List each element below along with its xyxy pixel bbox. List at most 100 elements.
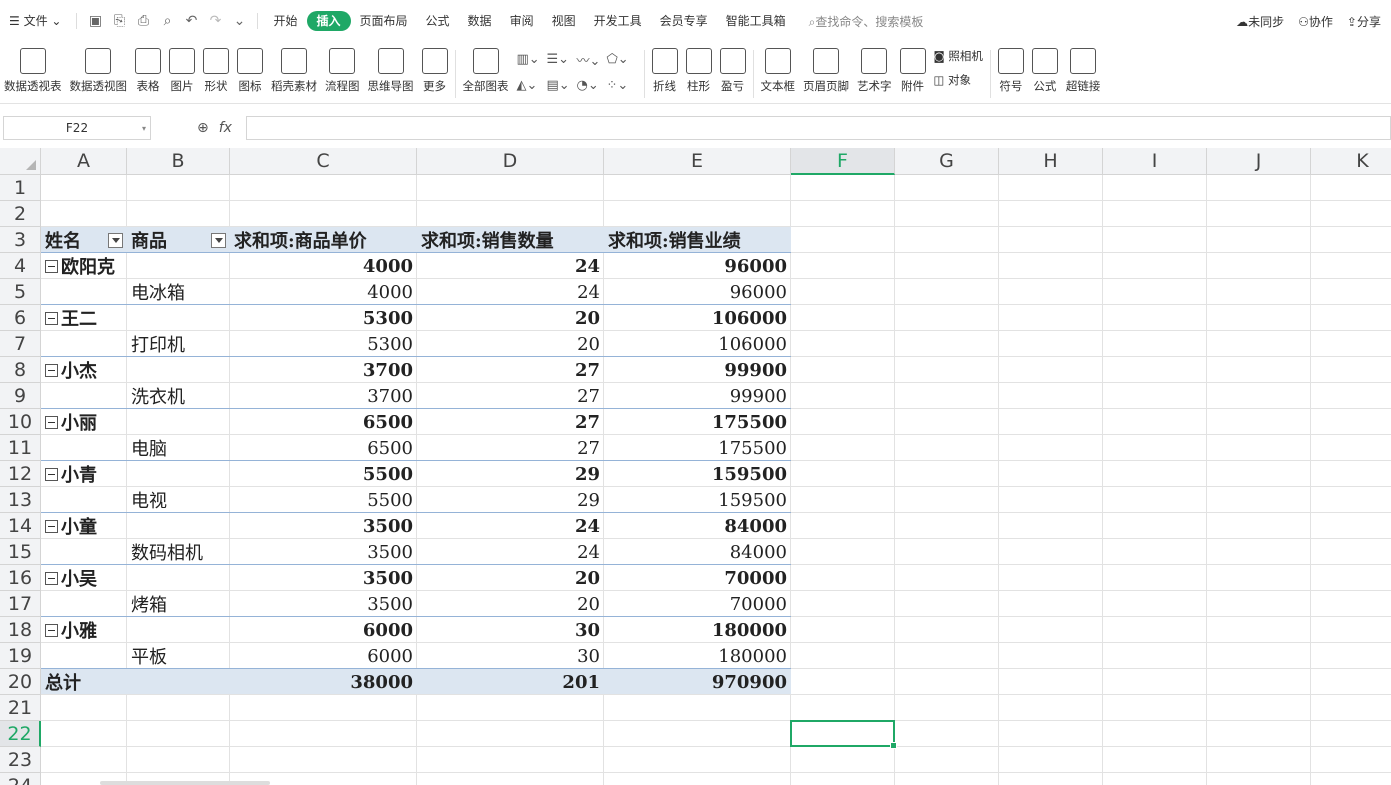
ribbon-button-buttons_far-1[interactable]: 公式	[1028, 44, 1062, 102]
pivot-subtotal-total[interactable]: 84000	[604, 513, 791, 539]
pivot-subtotal-qty[interactable]: 24	[417, 253, 604, 279]
pivot-product[interactable]: 平板	[127, 643, 230, 669]
ribbon-button-buttons_left-6[interactable]: 稻壳素材	[267, 44, 321, 102]
active-cell-selection[interactable]	[790, 720, 897, 749]
pivot-subtotal-total[interactable]: 70000	[604, 565, 791, 591]
pivot-product[interactable]: 电冰箱	[127, 279, 230, 305]
tab-0[interactable]: 开始	[264, 9, 306, 33]
pivot-subtotal-qty[interactable]: 20	[417, 565, 604, 591]
column-header-A[interactable]: A	[41, 148, 127, 175]
pie-chart-icon[interactable]: ◔⌄	[577, 72, 607, 98]
ribbon-button-buttons_left-8[interactable]: 思维导图	[364, 44, 418, 102]
pivot-detail-price[interactable]: 3500	[230, 591, 417, 617]
pivot-header-total[interactable]: 求和项:销售业绩	[604, 227, 791, 253]
pivot-detail-qty[interactable]: 29	[417, 487, 604, 513]
command-search[interactable]: ⌕查找命令、搜索模板	[809, 13, 924, 30]
all-charts-button[interactable]: 全部图表	[459, 44, 513, 102]
pivot-subtotal-price[interactable]: 6000	[230, 617, 417, 643]
column-header-D[interactable]: D	[417, 148, 604, 175]
pivot-grand-total-qty[interactable]: 201	[417, 669, 604, 695]
pivot-group-name[interactable]: 欧阳克	[41, 253, 230, 279]
pivot-subtotal-price[interactable]: 6500	[230, 409, 417, 435]
collapse-icon[interactable]	[45, 571, 58, 585]
pivot-group-name[interactable]: 小雅	[41, 617, 230, 643]
pivot-detail-qty[interactable]: 27	[417, 383, 604, 409]
ribbon-button-buttons_left-9[interactable]: 更多	[418, 44, 452, 102]
tab-1[interactable]: 插入	[306, 11, 351, 31]
line-chart-icon[interactable]: 〰⌄	[577, 46, 607, 72]
fx-icon[interactable]: fx	[219, 120, 232, 136]
column-header-C[interactable]: C	[230, 148, 417, 175]
pivot-detail-price[interactable]: 5300	[230, 331, 417, 357]
row-header-13[interactable]: 13	[0, 487, 41, 513]
pivot-detail-price[interactable]: 6500	[230, 435, 417, 461]
pivot-group-name[interactable]: 小杰	[41, 357, 230, 383]
camera-button[interactable]: ◙ 照相机	[934, 48, 983, 64]
filter-dropdown-icon[interactable]	[108, 233, 123, 248]
pivot-grand-total-total[interactable]: 970900	[604, 669, 791, 695]
pivot-subtotal-qty[interactable]: 29	[417, 461, 604, 487]
ribbon-button-sparklines-0[interactable]: 折线	[648, 44, 682, 102]
pivot-subtotal-total[interactable]: 175500	[604, 409, 791, 435]
pivot-subtotal-total[interactable]: 99900	[604, 357, 791, 383]
pivot-subtotal-qty[interactable]: 27	[417, 357, 604, 383]
column-header-H[interactable]: H	[999, 148, 1103, 175]
ribbon-button-buttons_left-1[interactable]: 数据透视图	[66, 44, 132, 102]
ribbon-button-buttons_left-0[interactable]: 数据透视表	[0, 44, 66, 102]
pivot-product[interactable]: 烤箱	[127, 591, 230, 617]
pivot-group-name[interactable]: 小童	[41, 513, 230, 539]
pivot-detail-price[interactable]: 4000	[230, 279, 417, 305]
name-box[interactable]: F22 ▾	[3, 116, 151, 140]
pivot-grand-total-price[interactable]: 38000	[230, 669, 417, 695]
row-header-12[interactable]: 12	[0, 461, 41, 487]
pivot-subtotal-total[interactable]: 96000	[604, 253, 791, 279]
pivot-detail-qty[interactable]: 20	[417, 591, 604, 617]
column-header-G[interactable]: G	[895, 148, 999, 175]
pivot-detail-total[interactable]: 99900	[604, 383, 791, 409]
pivot-header-price[interactable]: 求和项:商品单价	[230, 227, 417, 253]
pivot-detail-price[interactable]: 6000	[230, 643, 417, 669]
row-header-4[interactable]: 4	[0, 253, 41, 279]
row-header-23[interactable]: 23	[0, 747, 41, 773]
save-icon[interactable]: ▣	[86, 12, 104, 30]
row-header-9[interactable]: 9	[0, 383, 41, 409]
column-header-B[interactable]: B	[127, 148, 230, 175]
redo-icon[interactable]: ↷	[206, 12, 224, 30]
pivot-detail-qty[interactable]: 24	[417, 539, 604, 565]
row-header-20[interactable]: 20	[0, 669, 41, 695]
dropdown-icon[interactable]: ▾	[142, 124, 146, 133]
pivot-detail-qty[interactable]: 20	[417, 331, 604, 357]
row-header-17[interactable]: 17	[0, 591, 41, 617]
collapse-icon[interactable]	[45, 259, 58, 273]
file-menu[interactable]: ☰ 文件 ⌄	[0, 9, 70, 33]
collapse-icon[interactable]	[45, 363, 58, 377]
pivot-detail-price[interactable]: 3700	[230, 383, 417, 409]
pivot-detail-total[interactable]: 106000	[604, 331, 791, 357]
pivot-detail-qty[interactable]: 24	[417, 279, 604, 305]
row-header-15[interactable]: 15	[0, 539, 41, 565]
collapse-icon[interactable]	[45, 467, 58, 481]
pivot-detail-total[interactable]: 175500	[604, 435, 791, 461]
row-header-8[interactable]: 8	[0, 357, 41, 383]
row-header-18[interactable]: 18	[0, 617, 41, 643]
ribbon-button-buttons_far-0[interactable]: 符号	[994, 44, 1028, 102]
print-preview-icon[interactable]: ⌕	[158, 12, 176, 30]
column-header-I[interactable]: I	[1103, 148, 1207, 175]
undo-icon[interactable]: ↶	[182, 12, 200, 30]
pivot-product[interactable]: 电脑	[127, 435, 230, 461]
row-header-1[interactable]: 1	[0, 175, 41, 201]
pivot-subtotal-total[interactable]: 180000	[604, 617, 791, 643]
pivot-subtotal-price[interactable]: 4000	[230, 253, 417, 279]
sync-button[interactable]: ☁未同步	[1236, 13, 1284, 30]
pivot-group-name[interactable]: 王二	[41, 305, 230, 331]
area-chart-icon[interactable]: ◭⌄	[517, 72, 547, 98]
pivot-subtotal-qty[interactable]: 24	[417, 513, 604, 539]
tab-9[interactable]: 智能工具箱	[717, 9, 795, 33]
pivot-subtotal-qty[interactable]: 20	[417, 305, 604, 331]
tab-6[interactable]: 视图	[543, 9, 585, 33]
tab-2[interactable]: 页面布局	[351, 9, 417, 33]
zoom-icon[interactable]: ⊕	[197, 120, 209, 136]
export-icon[interactable]: ⎘	[110, 12, 128, 30]
column-header-J[interactable]: J	[1207, 148, 1311, 175]
row-header-3[interactable]: 3	[0, 227, 41, 253]
